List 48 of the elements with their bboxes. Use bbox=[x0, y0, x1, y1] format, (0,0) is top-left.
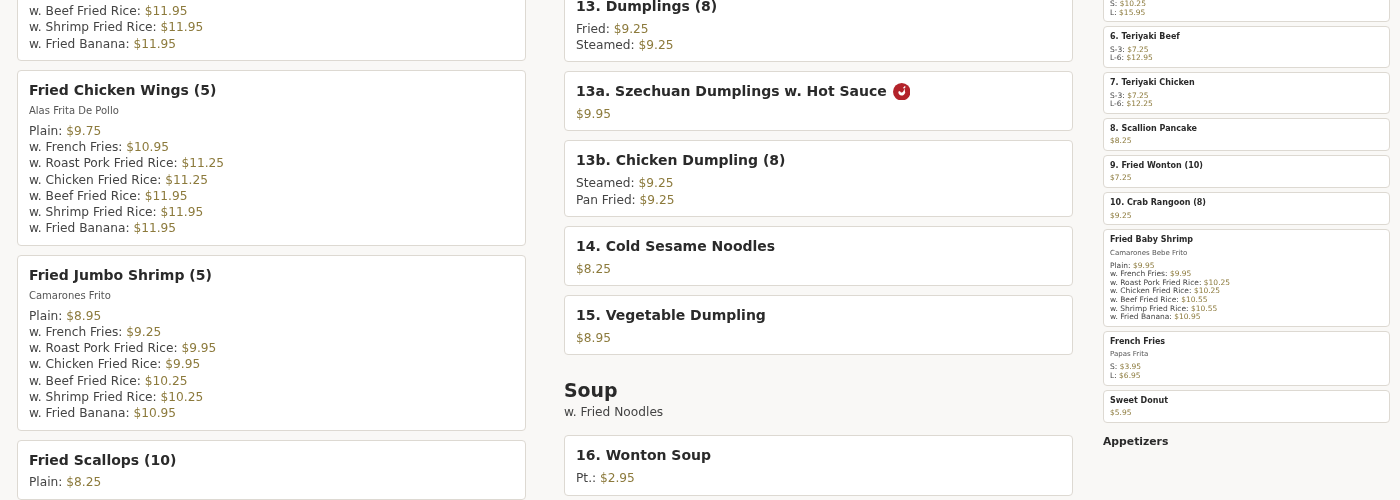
dish-name: 9. Fried Wonton (10) bbox=[1110, 160, 1203, 172]
dish-name: 13b. Chicken Dumpling (8) bbox=[576, 151, 786, 170]
price-line: Pan Fried: $9.25 bbox=[576, 191, 676, 208]
price-line: $8.95 bbox=[576, 329, 612, 346]
price-line: Plain: $9.75 bbox=[29, 122, 103, 139]
price-line: w. Shrimp Fried Rice: $11.95 bbox=[29, 204, 205, 221]
price-line: w. Chicken Fried Rice: $11.25 bbox=[29, 171, 209, 188]
dish-name: 14. Cold Sesame Noodles bbox=[576, 236, 776, 255]
price-line: w. Shrimp Fried Rice: $11.95 bbox=[29, 19, 205, 36]
section-heading: Appetizers bbox=[1103, 434, 1170, 448]
dish-translation: Alas Frita De Pollo bbox=[29, 104, 120, 116]
dish-name: Fried Baby Shrimp bbox=[1110, 235, 1193, 246]
price-line: Fried: $9.25 bbox=[576, 20, 650, 38]
dish-name: 6. Teriyaki Beef bbox=[1110, 32, 1180, 43]
price-line: w. Fried Banana: $11.95 bbox=[29, 35, 178, 52]
price-line: w. Roast Pork Fried Rice: $11.25 bbox=[29, 155, 226, 172]
price-line: w. Fried Banana: $11.95 bbox=[29, 220, 178, 237]
dish-name: 16. Wonton Soup bbox=[576, 446, 712, 465]
price-line: w. Beef Fried Rice: $11.95 bbox=[29, 187, 189, 205]
price-line: Pt.: $2.95 bbox=[576, 470, 636, 487]
price-line: w. Fried Banana: $10.95 bbox=[29, 405, 178, 422]
dish-name: 8. Scallion Pancake bbox=[1110, 123, 1197, 135]
price-line: $8.25 bbox=[576, 260, 612, 277]
price-line: w. French Fries: $9.25 bbox=[29, 323, 163, 341]
section-note: w. Fried Noodles bbox=[564, 405, 665, 419]
dish-name: Fried Chicken Wings (5) bbox=[29, 80, 217, 100]
price-line: w. Shrimp Fried Rice: $10.25 bbox=[29, 389, 205, 406]
dish-name: 15. Vegetable Dumpling bbox=[576, 305, 766, 325]
dish-name: 7. Teriyaki Chicken bbox=[1110, 77, 1195, 89]
price-line: Steamed: $9.25 bbox=[576, 37, 675, 54]
dish-name: 10. Crab Rangoon (8) bbox=[1110, 198, 1206, 209]
dish-name: 13a. Szechuan Dumplings w. Hot Sauce bbox=[576, 82, 887, 101]
dish-translation: Camarones Frito bbox=[29, 289, 112, 301]
price-line: Steamed: $9.25 bbox=[576, 175, 675, 192]
dish-name: 13. Dumplings (8) bbox=[576, 0, 718, 16]
price-line: Plain: $8.25 bbox=[29, 474, 103, 491]
price-line: w. Beef Fried Rice: $11.95 bbox=[29, 3, 189, 20]
price-line: w. Beef Fried Rice: $10.25 bbox=[29, 372, 189, 389]
dish-name: French Fries bbox=[1110, 336, 1166, 348]
price-line: Plain: $8.95 bbox=[29, 307, 103, 324]
price-line: $9.95 bbox=[576, 106, 612, 123]
dish-name: Fried Jumbo Shrimp (5) bbox=[29, 265, 212, 284]
dish-name: Fried Scallops (10) bbox=[29, 450, 177, 469]
price-line: w. French Fries: $10.95 bbox=[29, 138, 170, 156]
price-line: w. Roast Pork Fried Rice: $9.95 bbox=[29, 340, 218, 357]
section-heading: Soup bbox=[564, 379, 619, 401]
price-line: w. Chicken Fried Rice: $9.95 bbox=[29, 356, 202, 373]
dish-name: Sweet Donut bbox=[1110, 395, 1168, 406]
